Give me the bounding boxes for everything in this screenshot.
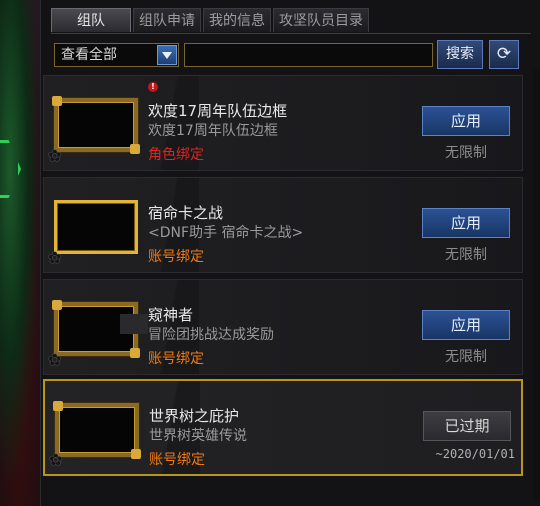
search-input[interactable]	[184, 43, 433, 67]
duration-label: 无限制	[445, 145, 487, 161]
item-description: 世界树英雄传说	[149, 428, 247, 444]
tab-raid-member-directory[interactable]: 攻坚队员目录	[273, 8, 369, 32]
tab-bar: 组队 组队申请 我的信息 攻坚队员目录	[51, 8, 369, 34]
game-background	[0, 0, 42, 506]
duration-label: 无限制	[445, 349, 487, 365]
apply-button[interactable]: 应用	[422, 208, 510, 238]
expiry-date: ~2020/01/01	[435, 447, 515, 461]
scrollbar[interactable]	[533, 70, 540, 500]
expired-button[interactable]: 已过期	[423, 411, 511, 441]
hexagon-decoration-icon	[0, 140, 21, 198]
star-icon: ✿	[48, 350, 62, 369]
list-item[interactable]: ✿ ! 欢度17周年队伍边框 欢度17周年队伍边框 角色绑定 应用 无限制	[43, 75, 523, 171]
bind-type: 账号绑定	[149, 452, 205, 468]
apply-button[interactable]: 应用	[422, 310, 510, 340]
star-icon: ✿	[48, 248, 62, 267]
bind-type: 账号绑定	[148, 249, 204, 265]
apply-button[interactable]: 应用	[422, 106, 510, 136]
item-name: 世界树之庇护	[149, 407, 240, 425]
item-name: 欢度17周年队伍边框	[148, 102, 288, 120]
party-frame-preview	[52, 96, 140, 154]
party-frame-panel: 组队 组队申请 我的信息 攻坚队员目录 查看全部 搜索 ⟳ ✿ ! 欢度17周年…	[40, 0, 540, 506]
star-icon: ✿	[49, 450, 63, 469]
list-item-selected[interactable]: ✿ 世界树之庇护 世界树英雄传说 账号绑定 已过期 ~2020/01/01	[43, 379, 523, 476]
filter-dropdown[interactable]: 查看全部	[54, 43, 179, 67]
star-icon: ✿	[48, 146, 62, 165]
chevron-down-icon[interactable]	[157, 45, 177, 65]
bind-type: 角色绑定	[148, 147, 204, 163]
party-frame-preview	[52, 300, 148, 358]
item-name: 窥神者	[148, 306, 194, 324]
party-frame-preview	[53, 401, 141, 459]
party-frame-preview	[54, 200, 138, 254]
list-item[interactable]: ✿ 窥神者 冒险团挑战达成奖励 账号绑定 应用 无限制	[43, 279, 523, 375]
refresh-icon: ⟳	[496, 44, 512, 64]
item-description: 冒险团挑战达成奖励	[148, 327, 274, 343]
bind-type: 账号绑定	[148, 351, 204, 367]
refresh-button[interactable]: ⟳	[489, 40, 519, 69]
tab-party-applications[interactable]: 组队申请	[133, 8, 201, 32]
item-description: 欢度17周年队伍边框	[148, 123, 278, 139]
list-item[interactable]: ✿ 宿命卡之战 <DNF助手 宿命卡之战> 账号绑定 应用 无限制	[43, 177, 523, 273]
duration-label: 无限制	[445, 247, 487, 263]
tab-party[interactable]: 组队	[51, 8, 131, 32]
item-description: <DNF助手 宿命卡之战>	[148, 225, 304, 241]
tab-my-info[interactable]: 我的信息	[203, 8, 271, 32]
search-button[interactable]: 搜索	[437, 40, 483, 69]
item-name: 宿命卡之战	[148, 204, 224, 222]
new-alert-icon: !	[148, 82, 158, 92]
tab-divider	[51, 33, 531, 34]
filter-selected-value: 查看全部	[61, 47, 117, 63]
